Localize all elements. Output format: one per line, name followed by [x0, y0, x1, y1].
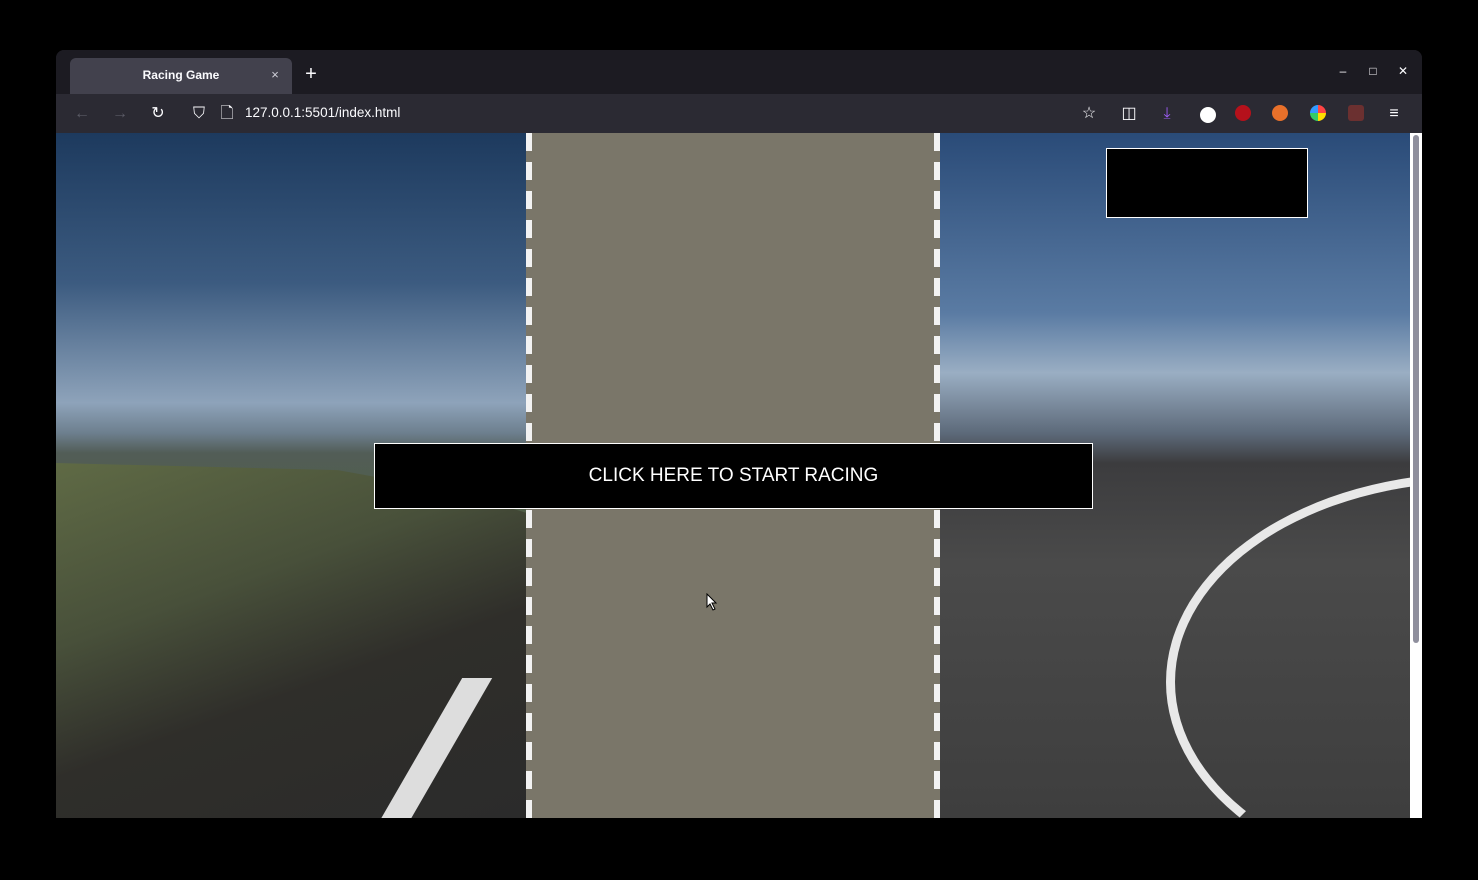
download-icon[interactable]: ⤓ — [1157, 104, 1177, 124]
url-bar[interactable]: 127.0.0.1:5501/index.html — [245, 105, 400, 120]
color-picker-icon[interactable] — [1310, 105, 1326, 121]
shield-icon[interactable]: ⛉ — [189, 104, 209, 124]
scrollbar[interactable] — [1410, 133, 1422, 818]
close-window-icon[interactable]: ✕ — [1394, 62, 1412, 80]
scroll-thumb[interactable] — [1413, 135, 1419, 643]
tab-title: Racing Game — [142, 68, 220, 82]
browser-window: Racing Game × + – □ ✕ ← → ↻ ⛉ 🗋 127.0.0.… — [56, 50, 1422, 818]
dune-grass — [56, 463, 526, 818]
tab-bar: Racing Game × + – □ ✕ — [56, 50, 1422, 94]
back-icon[interactable]: ← — [72, 104, 92, 124]
pocket-icon[interactable]: ◫ — [1119, 104, 1139, 124]
close-tab-icon[interactable]: × — [266, 66, 284, 84]
score-panel — [1106, 148, 1308, 218]
minimize-icon[interactable]: – — [1334, 62, 1352, 80]
reload-icon[interactable]: ↻ — [148, 104, 168, 124]
tab-racing-game[interactable]: Racing Game × — [70, 58, 292, 94]
maximize-icon[interactable]: □ — [1364, 62, 1382, 80]
extension-mic-icon[interactable] — [1198, 105, 1218, 125]
menu-icon[interactable]: ≡ — [1384, 104, 1404, 124]
forward-icon[interactable]: → — [110, 104, 130, 124]
duckduckgo-icon[interactable] — [1272, 105, 1288, 121]
page-viewport: CLICK HERE TO START RACING — [56, 133, 1410, 818]
new-tab-icon[interactable]: + — [300, 63, 322, 85]
start-racing-button[interactable]: CLICK HERE TO START RACING — [374, 443, 1093, 509]
ublock-icon[interactable] — [1235, 105, 1251, 121]
page-icon: 🗋 — [220, 105, 234, 122]
extension-record-icon[interactable] — [1348, 105, 1364, 121]
mouse-cursor-icon — [706, 593, 718, 611]
bookmark-star-icon[interactable]: ☆ — [1079, 104, 1099, 124]
navigation-bar: ← → ↻ ⛉ 🗋 127.0.0.1:5501/index.html ☆ ◫ … — [56, 94, 1422, 133]
